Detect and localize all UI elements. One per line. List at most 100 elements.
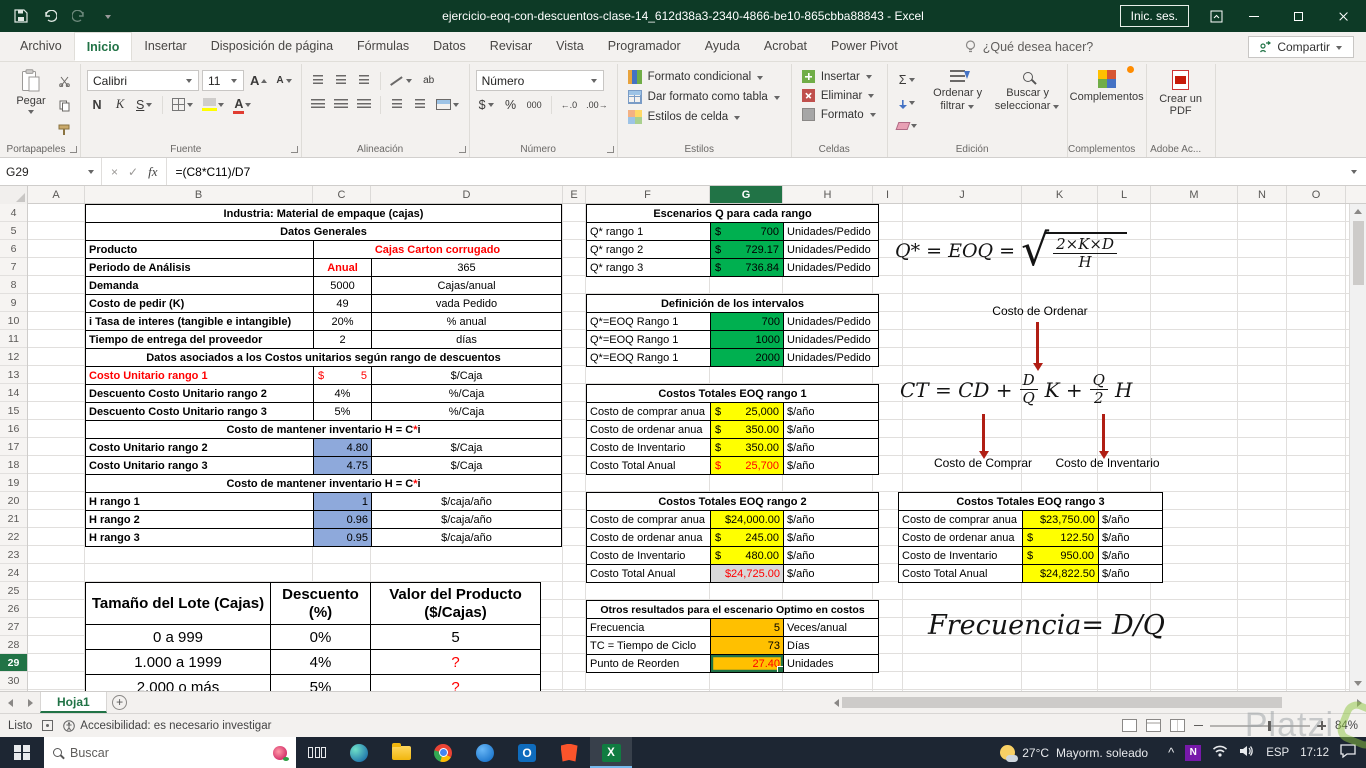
table-title[interactable]: Costos Totales EOQ rango 1 xyxy=(587,385,879,403)
new-sheet-button[interactable]: + xyxy=(107,692,133,713)
table-header-cell[interactable]: Tamaño del Lote (Cajas) xyxy=(86,583,271,625)
vertical-scrollbar[interactable] xyxy=(1349,204,1366,691)
cell[interactable]: $25,700 xyxy=(711,457,784,475)
cell[interactable]: 5000 xyxy=(314,277,372,295)
decrease-indent-button[interactable] xyxy=(387,94,407,115)
cell[interactable]: 0% xyxy=(271,625,371,650)
cell[interactable]: Unidades/Pedido xyxy=(784,331,879,349)
row-header-7[interactable]: 7 xyxy=(0,258,27,276)
row-header-22[interactable]: 22 xyxy=(0,528,27,546)
cell[interactable]: $/Caja xyxy=(372,457,562,475)
cell[interactable]: 5% xyxy=(271,675,371,691)
table-header-cell[interactable]: Descuento (%) xyxy=(271,583,371,625)
cell[interactable]: 5% xyxy=(314,403,372,421)
cell[interactable]: H rango 2 xyxy=(86,511,314,529)
horizontal-scroll-thumb[interactable] xyxy=(842,697,1282,708)
merge-center-button[interactable] xyxy=(433,94,463,115)
cell[interactable]: $/año xyxy=(784,529,879,547)
row-header-15[interactable]: 15 xyxy=(0,402,27,420)
next-sheet-button[interactable] xyxy=(20,692,40,713)
cell[interactable]: 4% xyxy=(271,650,371,675)
column-header-D[interactable]: D xyxy=(371,186,563,203)
cell[interactable]: Costo Unitario rango 1 xyxy=(86,367,314,385)
cell[interactable]: 1.000 a 1999 xyxy=(86,650,271,675)
cell[interactable]: $/año xyxy=(1099,529,1163,547)
align-right-button[interactable] xyxy=(354,94,374,115)
column-header-H[interactable]: H xyxy=(783,186,873,203)
autosum-button[interactable]: Σ xyxy=(894,69,921,90)
font-size-select[interactable]: 11 xyxy=(202,70,244,91)
minimize-button[interactable] xyxy=(1231,0,1276,32)
comma-style-button[interactable]: 000 xyxy=(524,94,545,115)
cell[interactable]: 49 xyxy=(314,295,372,313)
cell[interactable]: Periodo de Análisis xyxy=(86,259,314,277)
sheet-tab-hoja1[interactable]: Hoja1 xyxy=(40,692,107,713)
dialog-launcher-icon[interactable] xyxy=(458,146,466,153)
cell[interactable]: 365 xyxy=(372,259,562,277)
normal-view-button[interactable] xyxy=(1121,719,1137,732)
table-title[interactable]: Costos Totales EOQ rango 3 xyxy=(899,493,1163,511)
cell[interactable]: $5 xyxy=(314,367,372,385)
cell[interactable]: Q*=EOQ Rango 1 xyxy=(587,313,711,331)
row-header-24[interactable]: 24 xyxy=(0,564,27,582)
insert-function-button[interactable]: fx xyxy=(148,164,157,180)
cell[interactable]: $/año xyxy=(784,439,879,457)
cell[interactable]: Cajas/anual xyxy=(372,277,562,295)
wrap-text-button[interactable]: ab xyxy=(419,70,439,91)
cell[interactable]: 700 xyxy=(711,313,784,331)
row-header-13[interactable]: 13 xyxy=(0,366,27,384)
table-title[interactable]: Otros resultados para el escenario Optim… xyxy=(587,601,879,619)
cell[interactable]: 4.75 xyxy=(314,457,372,475)
tell-me-search[interactable]: ¿Qué desea hacer? xyxy=(965,40,1093,61)
taskbar-app-edge[interactable] xyxy=(338,737,380,768)
table-title[interactable]: Costos Totales EOQ rango 2 xyxy=(587,493,879,511)
cell[interactable]: $480.00 xyxy=(711,547,784,565)
cell[interactable]: Q*=EOQ Rango 1 xyxy=(587,349,711,367)
column-header-G[interactable]: G xyxy=(710,186,783,203)
align-bottom-button[interactable] xyxy=(354,70,374,91)
column-header-E[interactable]: E xyxy=(563,186,586,203)
row-header-9[interactable]: 9 xyxy=(0,294,27,312)
cell[interactable]: vada Pedido xyxy=(372,295,562,313)
ribbon-display-options-button[interactable] xyxy=(1201,0,1231,32)
cell[interactable]: Costo de Inventario xyxy=(587,547,711,565)
cell-styles-button[interactable]: Estilos de celda xyxy=(624,107,785,127)
cell[interactable]: Tiempo de entrega del proveedor xyxy=(86,331,314,349)
cell[interactable]: $/año xyxy=(784,511,879,529)
dialog-launcher-icon[interactable] xyxy=(290,146,298,153)
cell[interactable]: $/caja/año xyxy=(372,493,562,511)
cancel-button[interactable]: × xyxy=(111,165,118,179)
zoom-out-button[interactable] xyxy=(1193,724,1203,727)
cell[interactable]: $24,725.00 xyxy=(711,565,784,583)
cell[interactable]: $/año xyxy=(1099,511,1163,529)
hidden-icons-button[interactable]: ^ xyxy=(1168,746,1174,759)
cell[interactable]: Costo de comprar anua xyxy=(587,511,711,529)
cell[interactable]: H rango 3 xyxy=(86,529,314,547)
cell[interactable]: $950.00 xyxy=(1023,547,1099,565)
increase-decimal-button[interactable]: ←.0 xyxy=(558,94,581,115)
save-button[interactable] xyxy=(8,3,34,29)
network-icon[interactable] xyxy=(1212,745,1228,760)
column-header-O[interactable]: O xyxy=(1287,186,1346,203)
scroll-down-button[interactable] xyxy=(1350,676,1366,691)
row-header-29[interactable]: 29 xyxy=(0,654,27,672)
taskbar-app-brave[interactable] xyxy=(548,737,590,768)
undo-button[interactable] xyxy=(37,3,63,29)
redo-button[interactable] xyxy=(66,3,92,29)
cell[interactable]: $736.84 xyxy=(711,259,784,277)
zoom-slider[interactable] xyxy=(1209,720,1310,731)
row-header-21[interactable]: 21 xyxy=(0,510,27,528)
cell[interactable]: $/año xyxy=(784,457,879,475)
cell[interactable]: $/caja/año xyxy=(372,511,562,529)
cell[interactable]: Unidades/Pedido xyxy=(784,349,879,367)
cell[interactable]: Unidades/Pedido xyxy=(784,313,879,331)
cell[interactable]: $729.17 xyxy=(711,241,784,259)
copy-button[interactable] xyxy=(54,95,74,116)
cell[interactable]: Anual xyxy=(314,259,372,277)
cell[interactable]: Costo de Inventario xyxy=(899,547,1023,565)
taskbar-app-chrome[interactable] xyxy=(422,737,464,768)
action-center-button[interactable] xyxy=(1340,744,1356,761)
cell[interactable]: $/año xyxy=(784,403,879,421)
ribbon-tab-fórmulas[interactable]: Fórmulas xyxy=(345,32,421,61)
cell[interactable]: Datos asociados a los Costos unitarios s… xyxy=(86,349,562,367)
